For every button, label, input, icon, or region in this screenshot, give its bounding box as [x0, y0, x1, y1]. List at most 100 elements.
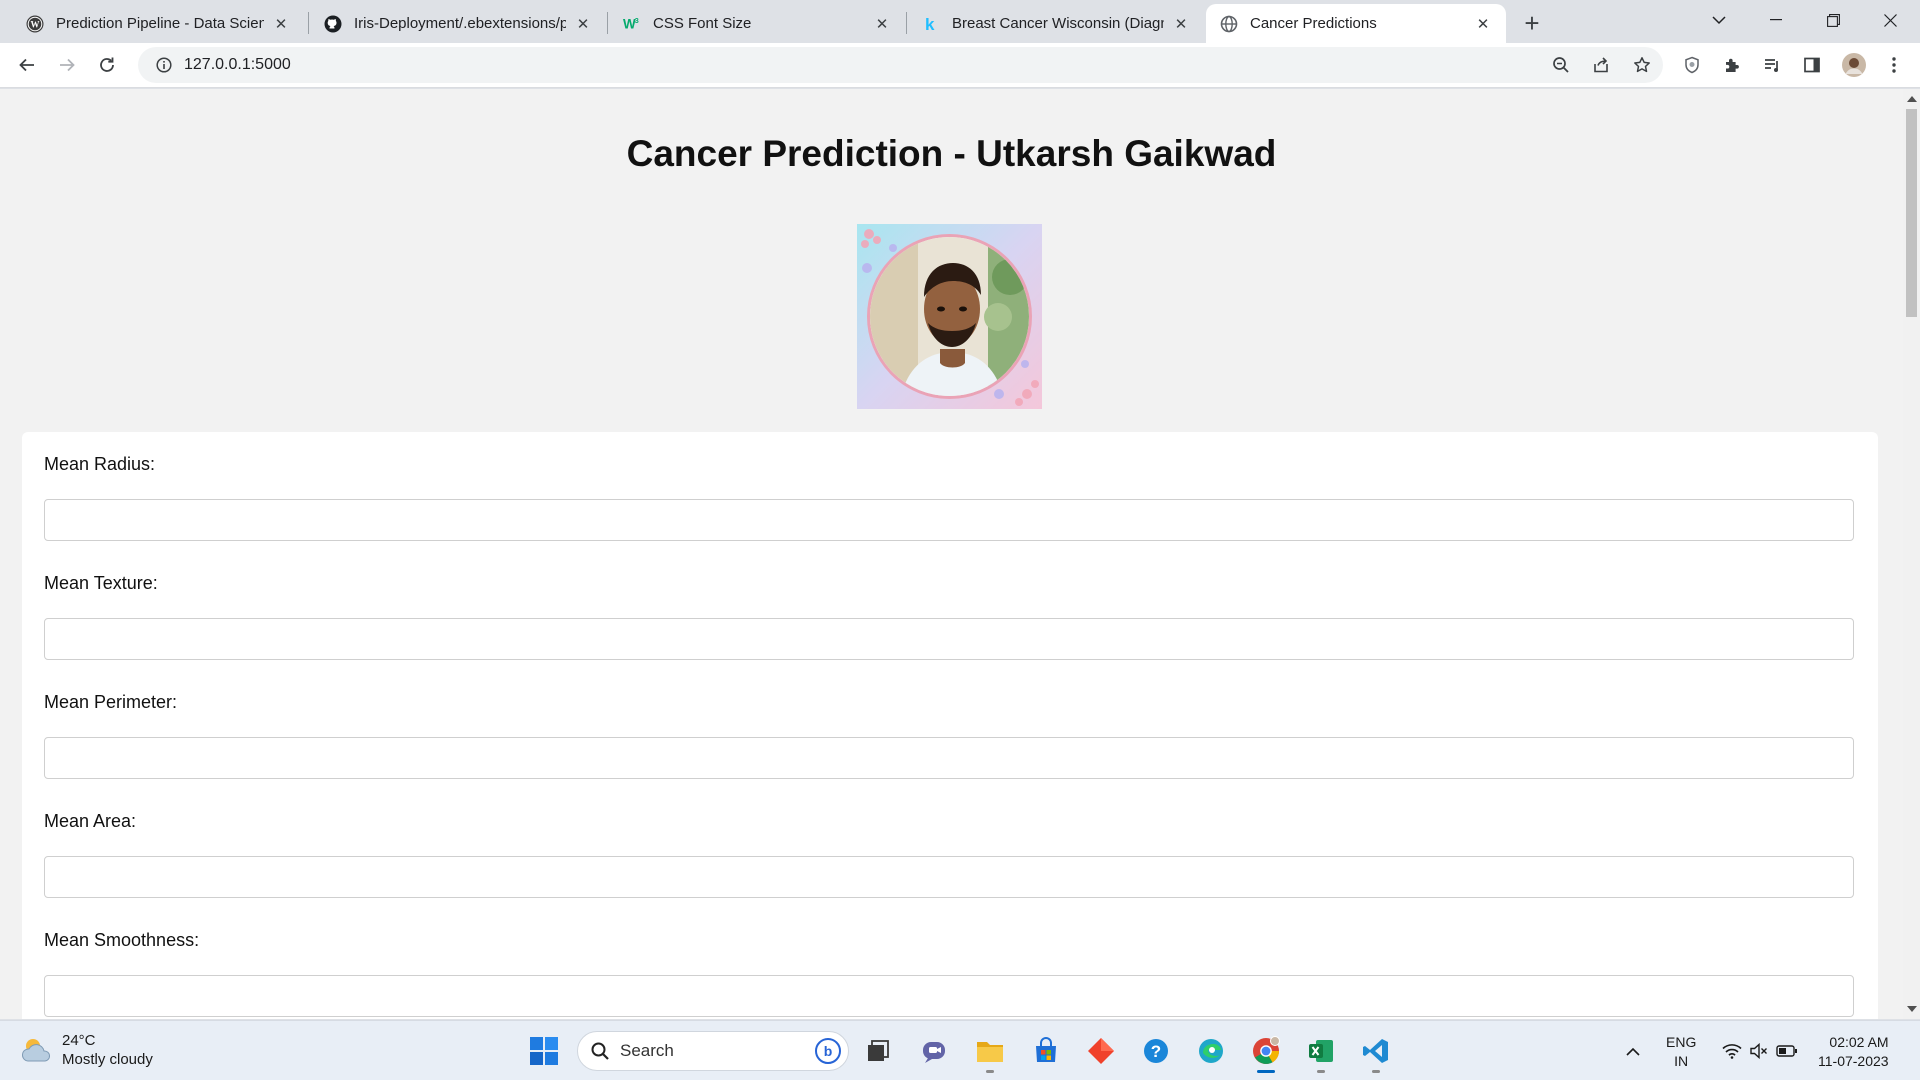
- avatar: [867, 234, 1032, 399]
- close-icon[interactable]: ✕: [572, 13, 594, 35]
- side-panel-icon[interactable]: [1796, 49, 1828, 81]
- info-icon[interactable]: [146, 57, 182, 73]
- browser-toolbar: 127.0.0.1:5000: [0, 43, 1920, 88]
- microsoft-store-button[interactable]: [1026, 1031, 1066, 1071]
- chevron-up-icon: [1626, 1047, 1640, 1056]
- field-mean-area: Mean Area:: [44, 811, 1854, 898]
- mean-texture-input[interactable]: [44, 618, 1854, 660]
- field-mean-perimeter: Mean Perimeter:: [44, 692, 1854, 779]
- minimize-button[interactable]: [1748, 0, 1804, 40]
- new-tab-button[interactable]: +: [1517, 8, 1547, 38]
- scroll-up-icon[interactable]: [1907, 96, 1917, 102]
- edge-button[interactable]: [1191, 1031, 1231, 1071]
- bing-chat-icon: b: [815, 1038, 841, 1064]
- close-window-button[interactable]: [1862, 0, 1918, 40]
- field-mean-texture: Mean Texture:: [44, 573, 1854, 660]
- tab-label: Prediction Pipeline - Data Scienc: [56, 15, 264, 32]
- system-clock[interactable]: 02:02 AM 11-07-2023: [1818, 1033, 1889, 1071]
- chat-icon: [923, 1042, 945, 1063]
- taskbar-search[interactable]: Search b: [577, 1031, 849, 1071]
- reading-list-icon[interactable]: [1756, 49, 1788, 81]
- battery-icon: [1776, 1045, 1797, 1057]
- mean-texture-label: Mean Texture:: [44, 573, 158, 593]
- reload-icon: [100, 57, 114, 72]
- back-button[interactable]: [11, 49, 43, 81]
- wifi-icon: [1722, 1044, 1742, 1059]
- lang-line2: IN: [1674, 1053, 1689, 1069]
- close-icon[interactable]: ✕: [270, 13, 292, 35]
- windows-logo-icon: [530, 1037, 558, 1065]
- folder-icon: [977, 1042, 1003, 1062]
- tab-breast-cancer-kaggle[interactable]: k Breast Cancer Wisconsin (Diagno ✕: [908, 4, 1204, 43]
- vscode-button[interactable]: [1356, 1031, 1396, 1073]
- mean-smoothness-input[interactable]: [44, 975, 1854, 1017]
- tab-label: Cancer Predictions: [1250, 15, 1377, 32]
- shield-extension-icon[interactable]: [1676, 49, 1708, 81]
- page-scrollbar[interactable]: [1903, 89, 1920, 1019]
- weather-widget[interactable]: 24°C Mostly cloudy: [20, 1031, 153, 1069]
- reload-button[interactable]: [91, 49, 123, 81]
- tab-label: CSS Font Size: [653, 15, 752, 32]
- excel-button[interactable]: [1301, 1031, 1341, 1073]
- clock-date: 11-07-2023: [1818, 1053, 1889, 1069]
- svg-text:k: k: [925, 15, 935, 33]
- tab-separator: [607, 12, 608, 34]
- tab-prediction-pipeline[interactable]: W Prediction Pipeline - Data Scienc ✕: [12, 4, 304, 43]
- tab-iris-deployment[interactable]: Iris-Deployment/.ebextensions/p ✕: [310, 4, 606, 43]
- close-icon[interactable]: ✕: [1472, 13, 1494, 35]
- address-text[interactable]: 127.0.0.1:5000: [184, 56, 291, 74]
- tab-search-icon[interactable]: [1691, 0, 1747, 40]
- share-icon[interactable]: [1585, 49, 1617, 81]
- windows-taskbar: 24°C Mostly cloudy Search b ? ENG IN 02:…: [0, 1020, 1920, 1080]
- page-title: Cancer Prediction - Utkarsh Gaikwad: [626, 133, 1277, 174]
- scroll-down-icon[interactable]: [1907, 1006, 1917, 1012]
- profile-avatar[interactable]: [1838, 49, 1870, 81]
- chrome-button[interactable]: [1246, 1031, 1286, 1073]
- start-button[interactable]: [524, 1031, 564, 1071]
- svg-text:W: W: [31, 19, 40, 29]
- tab-css-font-size[interactable]: W3 CSS Font Size ✕: [609, 4, 905, 43]
- page-viewport: Cancer Prediction - Utkarsh Gaikwad Mean…: [0, 89, 1903, 1019]
- volume-muted-icon: [1750, 1043, 1767, 1059]
- file-explorer-button[interactable]: [970, 1031, 1010, 1073]
- help-icon: ?: [1144, 1039, 1168, 1063]
- bookmark-star-icon[interactable]: [1626, 49, 1658, 81]
- task-view-icon: [868, 1040, 889, 1061]
- menu-kebab-icon[interactable]: [1878, 49, 1910, 81]
- tab-strip: W Prediction Pipeline - Data Scienc ✕ Ir…: [0, 0, 1920, 43]
- language-indicator[interactable]: ENG IN: [1666, 1033, 1696, 1071]
- kaggle-icon: k: [922, 15, 940, 33]
- task-view-button[interactable]: [858, 1031, 898, 1071]
- teams-chat-button[interactable]: [914, 1031, 954, 1071]
- mean-perimeter-input[interactable]: [44, 737, 1854, 779]
- restore-button[interactable]: [1805, 0, 1861, 40]
- show-hidden-icons-button[interactable]: [1618, 1031, 1648, 1071]
- profile-image: [857, 224, 1042, 409]
- extensions-puzzle-icon[interactable]: [1716, 49, 1748, 81]
- git-app-button[interactable]: [1081, 1031, 1121, 1071]
- zoom-icon[interactable]: [1545, 49, 1577, 81]
- mean-area-input[interactable]: [44, 856, 1854, 898]
- mean-radius-label: Mean Radius:: [44, 454, 156, 474]
- prediction-form: Mean Radius: Mean Texture: Mean Perimete…: [22, 432, 1878, 1019]
- clock-time: 02:02 AM: [1829, 1034, 1889, 1050]
- svg-text:b: b: [824, 1043, 833, 1059]
- forward-button[interactable]: [51, 49, 83, 81]
- vscode-icon: [1363, 1039, 1388, 1063]
- svg-text:3: 3: [635, 16, 639, 25]
- help-button[interactable]: ?: [1136, 1031, 1176, 1071]
- tab-label: Breast Cancer Wisconsin (Diagno: [952, 15, 1164, 32]
- system-status-group[interactable]: [1715, 1031, 1805, 1071]
- close-icon[interactable]: ✕: [1170, 13, 1192, 35]
- cloudy-weather-icon: [22, 1039, 51, 1062]
- tab-separator: [906, 12, 907, 34]
- close-icon[interactable]: ✕: [871, 13, 893, 35]
- svg-text:?: ?: [1151, 1042, 1161, 1061]
- chrome-icon: [1253, 1036, 1280, 1064]
- tab-cancer-predictions[interactable]: Cancer Predictions ✕: [1206, 4, 1506, 43]
- mean-radius-input[interactable]: [44, 499, 1854, 541]
- edge-icon: [1199, 1039, 1223, 1063]
- scroll-thumb[interactable]: [1906, 109, 1917, 317]
- address-bar[interactable]: 127.0.0.1:5000: [138, 47, 1663, 83]
- field-mean-smoothness: Mean Smoothness:: [44, 930, 1854, 1017]
